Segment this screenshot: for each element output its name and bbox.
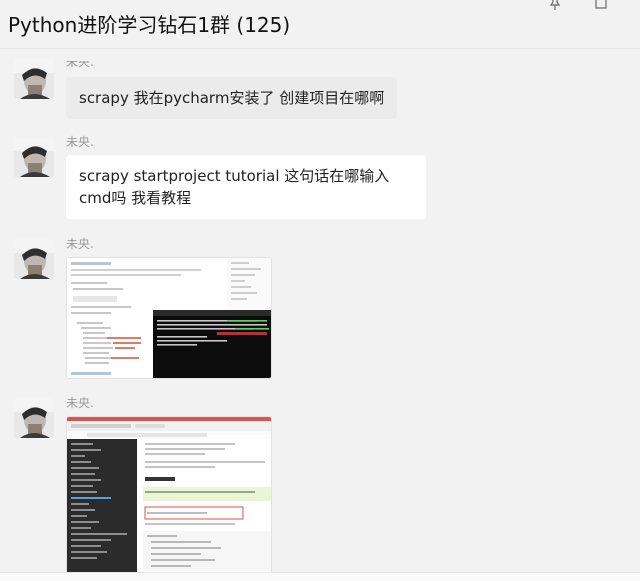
sender-name: 未央. — [66, 135, 94, 149]
image-message[interactable] — [66, 257, 272, 379]
input-area-edge — [0, 572, 640, 581]
message-bubble[interactable]: scrapy startproject tutorial 这句话在哪输入 cmd… — [66, 155, 426, 219]
chat-title: Python进阶学习钻石1群 (125) — [8, 13, 291, 37]
pin-icon[interactable] — [546, 0, 564, 10]
avatar[interactable] — [14, 137, 54, 177]
avatar[interactable] — [14, 239, 54, 279]
message-text: scrapy 我在pycharm安装了 创建项目在哪啊 — [79, 89, 385, 107]
sender-name: 未央. — [66, 55, 94, 69]
avatar[interactable] — [14, 59, 54, 99]
documentation-screenshot-image — [67, 417, 271, 575]
message-text-line: scrapy startproject tutorial 这句话在哪输入 — [79, 167, 390, 185]
message-list[interactable]: 未央. scrapy 我在pycharm安装了 创建项目在哪啊 未央. scra… — [0, 49, 640, 581]
tutorial-screenshot-image — [67, 258, 271, 378]
message-text-line: cmd吗 我看教程 — [79, 189, 192, 207]
title-bar: Python进阶学习钻石1群 (125) — [0, 0, 640, 50]
sender-name: 未央. — [66, 237, 94, 251]
message-bubble[interactable]: scrapy 我在pycharm安装了 创建项目在哪啊 — [66, 77, 398, 119]
image-message[interactable] — [66, 416, 272, 576]
close-icon[interactable] — [592, 0, 610, 10]
avatar[interactable] — [14, 398, 54, 438]
sender-name: 未央. — [66, 396, 94, 410]
